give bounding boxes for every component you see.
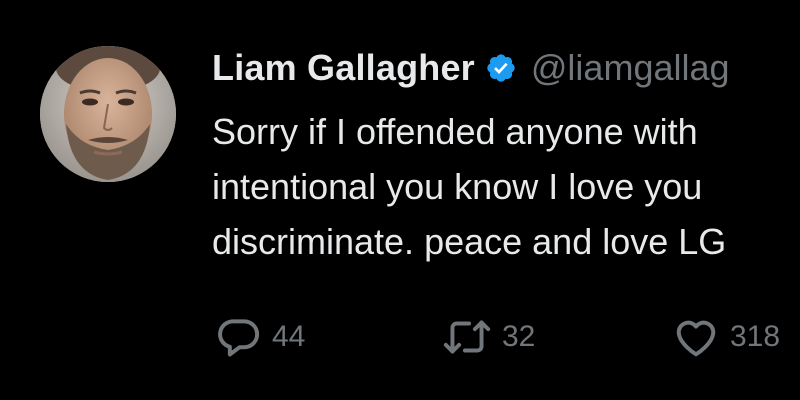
repost-count: 32 — [502, 320, 536, 353]
reply-icon — [214, 312, 264, 362]
like-button[interactable]: 318 — [670, 312, 780, 362]
like-count: 318 — [730, 320, 781, 353]
tweet-text-line: discriminate. peace and love LG — [212, 221, 727, 262]
tweet-text-line: Sorry if I offended anyone with — [212, 111, 698, 152]
tweet: Liam Gallagher @liamgallag Sorry if I of… — [0, 0, 800, 400]
verified-badge-icon — [485, 52, 517, 84]
tweet-header: Liam Gallagher @liamgallag — [212, 38, 730, 98]
heart-icon — [670, 312, 722, 362]
avatar-photo — [40, 46, 176, 182]
tweet-text-line: intentional you know I love you — [212, 166, 703, 207]
reply-button[interactable]: 44 — [214, 312, 305, 362]
reply-count: 44 — [272, 320, 306, 353]
author-display-name[interactable]: Liam Gallagher — [212, 47, 475, 89]
avatar[interactable] — [40, 46, 176, 182]
author-handle[interactable]: @liamgallag — [531, 47, 730, 89]
repost-icon — [440, 312, 494, 362]
repost-button[interactable]: 32 — [440, 312, 535, 362]
tweet-text: Sorry if I offended anyone with intentio… — [212, 104, 800, 269]
